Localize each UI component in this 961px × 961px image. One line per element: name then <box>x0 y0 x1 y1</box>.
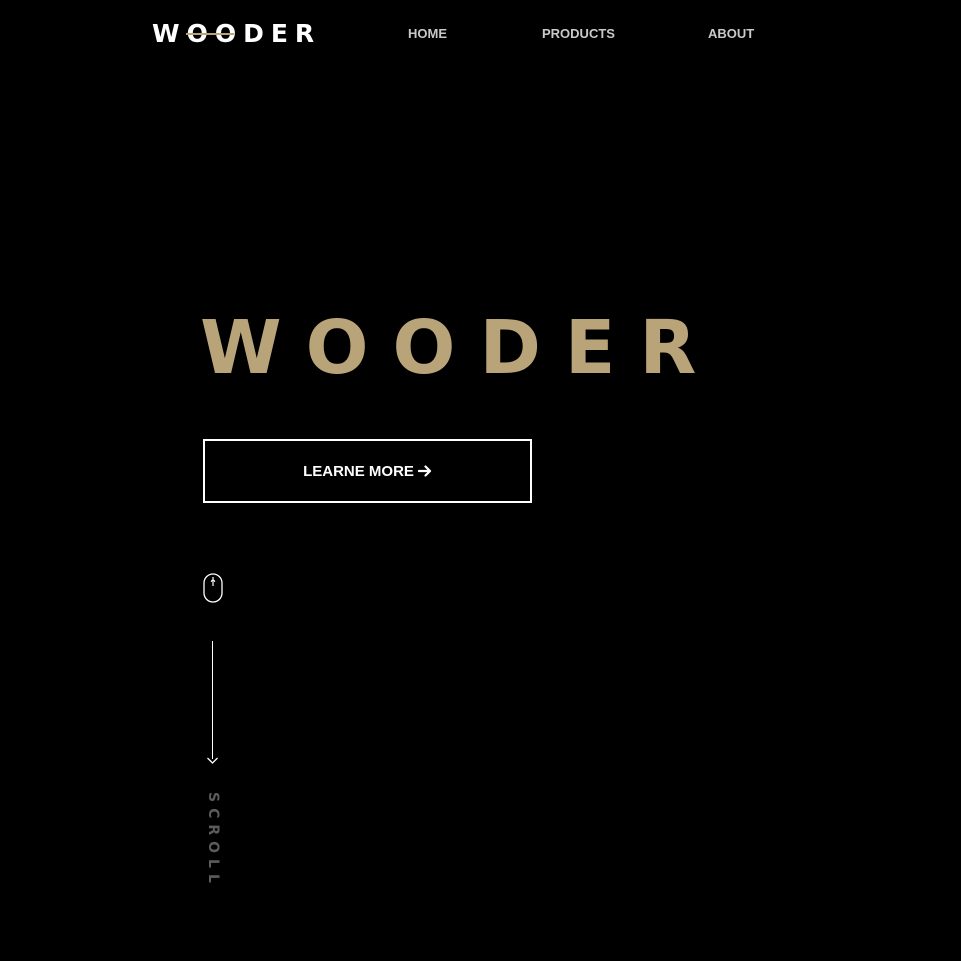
logo-accent-line <box>186 33 234 35</box>
nav-home-link[interactable]: HOME <box>408 25 447 43</box>
scroll-line <box>212 641 213 759</box>
arrow-down-icon <box>207 757 218 764</box>
logo-text: WOODER <box>152 19 322 48</box>
learn-more-label: LEARNE MORE <box>303 462 414 480</box>
scroll-label: SCROLL <box>205 792 221 889</box>
nav-products-link[interactable]: PRODUCTS <box>542 25 615 43</box>
hero-title: WOODER <box>200 305 721 391</box>
nav-about-link[interactable]: ABOUT <box>708 25 754 43</box>
mouse-icon <box>203 573 223 603</box>
logo[interactable]: WOODER <box>152 17 321 51</box>
learn-more-button[interactable]: LEARNE MORE <box>203 439 532 503</box>
arrow-right-icon <box>417 465 432 477</box>
